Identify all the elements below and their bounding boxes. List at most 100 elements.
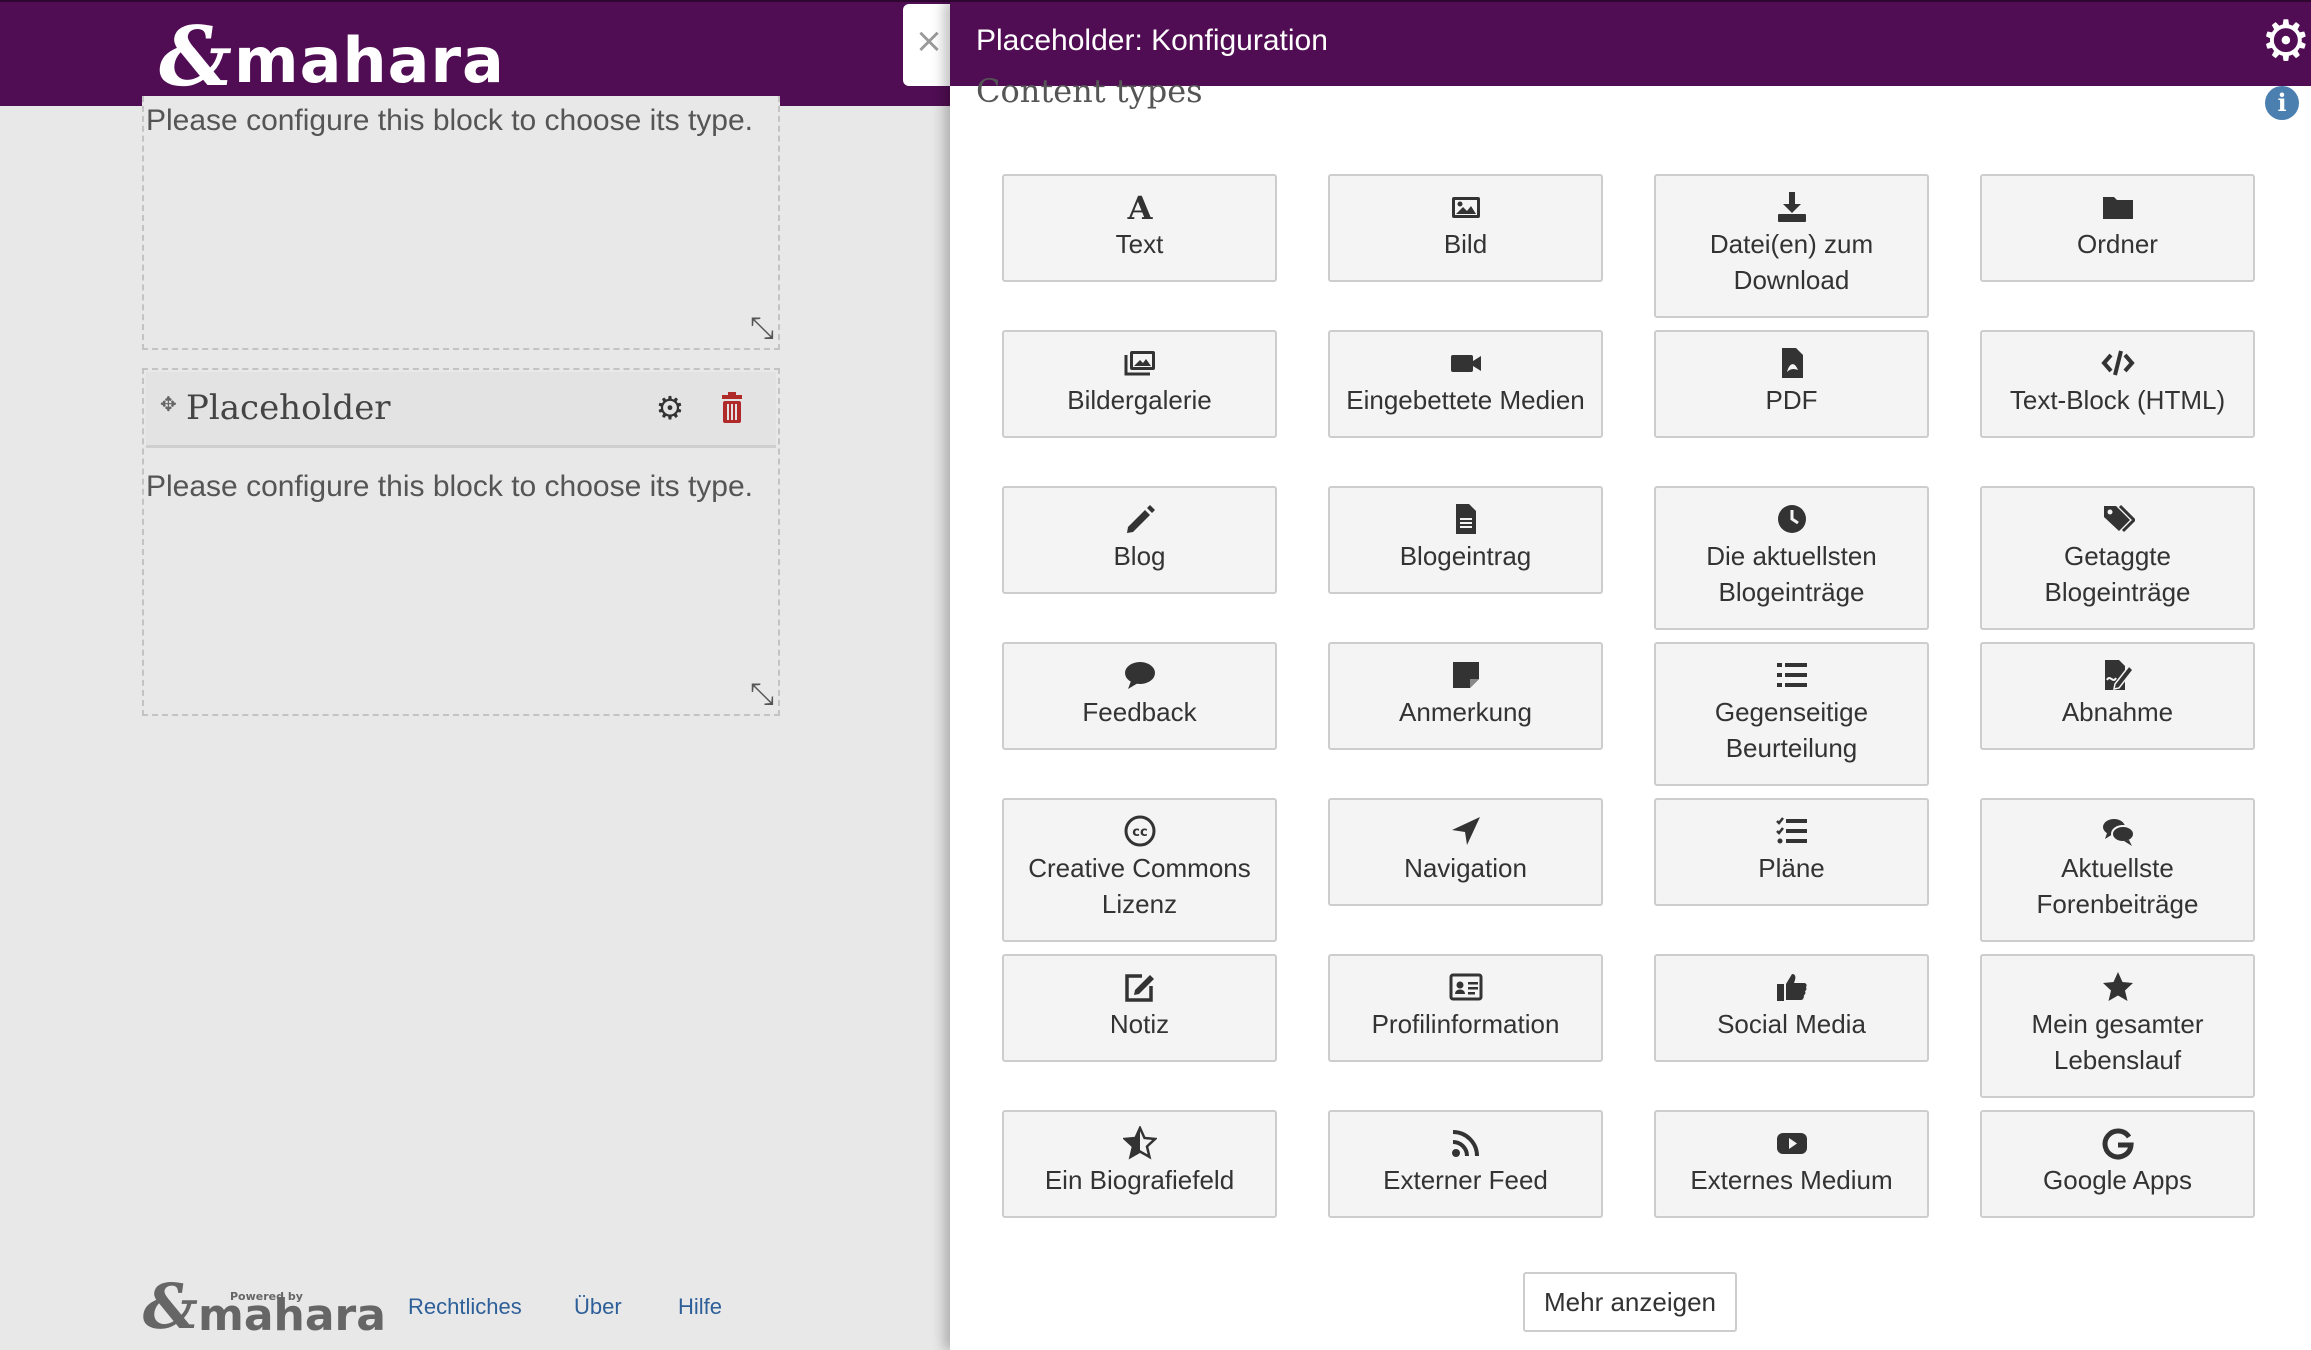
tile-label: Notiz bbox=[1109, 1009, 1170, 1039]
placeholder-block-2: ✥ Placeholder ⚙ Please configure this bl… bbox=[142, 368, 780, 716]
footer-link-help[interactable]: Hilfe bbox=[678, 1294, 722, 1320]
clock-icon bbox=[1656, 502, 1927, 538]
block-header: ✥ Placeholder ⚙ bbox=[146, 372, 776, 448]
content-type-grid: A Text Bild Datei(en) zum Download Ordner Bil… bbox=[1002, 174, 2276, 1234]
comments-icon bbox=[1982, 814, 2253, 850]
powered-by-text: Powered by bbox=[229, 1290, 303, 1303]
gallery-icon bbox=[1004, 346, 1275, 382]
image-icon bbox=[1330, 190, 1601, 226]
content-type-getaggte-blogeinträge[interactable]: Getaggte Blogeinträge bbox=[1980, 486, 2255, 630]
content-type-die-aktuellsten-blogeinträge[interactable]: Die aktuellsten Blogeinträge bbox=[1654, 486, 1929, 630]
content-type-profilinformation[interactable]: Profilinformation bbox=[1328, 954, 1603, 1062]
tile-label: Bildergalerie bbox=[1067, 385, 1212, 415]
block-message: Please configure this block to choose it… bbox=[146, 470, 754, 503]
text-icon: A bbox=[1004, 189, 1275, 227]
config-panel: Placeholder: Konfiguration ⚙ Content typ… bbox=[950, 0, 2311, 1350]
content-type-text-block-html[interactable]: Text-Block (HTML) bbox=[1980, 330, 2255, 438]
move-icon[interactable]: ✥ bbox=[160, 392, 177, 416]
tile-label: Datei(en) zum Download bbox=[1709, 229, 1874, 295]
mahara-logo[interactable]: & mahara bbox=[151, 9, 505, 105]
content-type-datei-en-zum-download[interactable]: Datei(en) zum Download bbox=[1654, 174, 1929, 318]
content-type-anmerkung[interactable]: Anmerkung bbox=[1328, 642, 1603, 750]
content-type-google-apps[interactable]: Google Apps bbox=[1980, 1110, 2255, 1218]
resize-icon[interactable]: ⤡ bbox=[750, 677, 774, 712]
signature-icon bbox=[1982, 658, 2253, 694]
logo-mark: & bbox=[151, 9, 239, 105]
tile-label: Profilinformation bbox=[1371, 1009, 1560, 1039]
content-type-ein-biografiefeld[interactable]: Ein Biografiefeld bbox=[1002, 1110, 1277, 1218]
tile-label: Anmerkung bbox=[1399, 697, 1532, 727]
rss-icon bbox=[1330, 1126, 1601, 1162]
tags-icon bbox=[1982, 502, 2253, 538]
content-type-ordner[interactable]: Ordner bbox=[1980, 174, 2255, 282]
content-type-notiz[interactable]: Notiz bbox=[1002, 954, 1277, 1062]
edit-icon bbox=[1004, 970, 1275, 1006]
thumbs-up-icon bbox=[1656, 970, 1927, 1006]
content-type-navigation[interactable]: Navigation bbox=[1328, 798, 1603, 906]
block-title: Placeholder bbox=[186, 388, 391, 428]
content-type-feedback[interactable]: Feedback bbox=[1002, 642, 1277, 750]
download-icon bbox=[1656, 190, 1927, 226]
pdf-icon bbox=[1656, 346, 1927, 382]
video-icon bbox=[1330, 346, 1601, 382]
svg-text:cc: cc bbox=[1132, 825, 1147, 840]
content-type-eingebettete-medien[interactable]: Eingebettete Medien bbox=[1328, 330, 1603, 438]
content-type-blog[interactable]: Blog bbox=[1002, 486, 1277, 594]
list-icon bbox=[1656, 658, 1927, 694]
content-type-blogeintrag[interactable]: Blogeintrag bbox=[1328, 486, 1603, 594]
placeholder-block-1: Please configure this block to choose it… bbox=[142, 96, 780, 350]
info-icon[interactable]: i bbox=[2265, 86, 2299, 120]
content-type-text[interactable]: A Text bbox=[1002, 174, 1277, 282]
tile-label: Navigation bbox=[1404, 853, 1527, 883]
comment-icon bbox=[1004, 658, 1275, 694]
id-card-icon bbox=[1330, 970, 1601, 1006]
tile-label: Creative Commons Lizenz bbox=[1028, 853, 1251, 919]
creative-commons-icon: cc bbox=[1004, 814, 1275, 850]
tile-label: Feedback bbox=[1082, 697, 1197, 727]
show-more-button[interactable]: Mehr anzeigen bbox=[1523, 1272, 1737, 1332]
content-type-pdf[interactable]: PDF bbox=[1654, 330, 1929, 438]
configure-block-button[interactable]: ⚙ bbox=[652, 390, 688, 426]
location-arrow-icon bbox=[1330, 814, 1601, 850]
section-title: Content types bbox=[976, 72, 1203, 110]
tile-label: Gegenseitige Beurteilung bbox=[1714, 697, 1869, 763]
content-type-mein-gesamter-lebenslauf[interactable]: Mein gesamter Lebenslauf bbox=[1980, 954, 2255, 1098]
content-type-aktuellste-forenbeiträge[interactable]: Aktuellste Forenbeiträge bbox=[1980, 798, 2255, 942]
google-icon bbox=[1982, 1126, 2253, 1162]
delete-block-button[interactable] bbox=[714, 390, 750, 426]
content-type-bild[interactable]: Bild bbox=[1328, 174, 1603, 282]
folder-icon bbox=[1982, 190, 2253, 226]
content-type-pläne[interactable]: Pläne bbox=[1654, 798, 1929, 906]
logo-mark: & bbox=[136, 1270, 204, 1343]
content-type-social-media[interactable]: Social Media bbox=[1654, 954, 1929, 1062]
tile-label: Externer Feed bbox=[1383, 1165, 1548, 1195]
tile-label: Bild bbox=[1443, 229, 1488, 259]
star-icon bbox=[1982, 970, 2253, 1006]
tile-label: Aktuellste Forenbeiträge bbox=[2036, 853, 2199, 919]
gears-icon: ⚙ bbox=[2260, 9, 2311, 74]
pencil-icon bbox=[1004, 502, 1275, 538]
logo-text: mahara bbox=[234, 23, 505, 97]
tasks-icon bbox=[1656, 814, 1927, 850]
tile-label: Blogeintrag bbox=[1399, 541, 1532, 571]
content-type-creative-commons-lizenz[interactable]: cc Creative Commons Lizenz bbox=[1002, 798, 1277, 942]
trash-icon bbox=[722, 392, 742, 423]
code-icon bbox=[1982, 346, 2253, 382]
sticky-note-icon bbox=[1330, 658, 1601, 694]
content-type-externes-medium[interactable]: Externes Medium bbox=[1654, 1110, 1929, 1218]
close-panel-button[interactable]: × bbox=[903, 4, 955, 86]
content-type-externer-feed[interactable]: Externer Feed bbox=[1328, 1110, 1603, 1218]
footer-link-about[interactable]: Über bbox=[574, 1294, 622, 1320]
content-type-gegenseitige-beurteilung[interactable]: Gegenseitige Beurteilung bbox=[1654, 642, 1929, 786]
svg-text:A: A bbox=[1126, 190, 1153, 224]
content-type-bildergalerie[interactable]: Bildergalerie bbox=[1002, 330, 1277, 438]
footer-link-legal[interactable]: Rechtliches bbox=[408, 1294, 522, 1320]
resize-icon[interactable]: ⤡ bbox=[750, 311, 774, 346]
tile-label: Text-Block (HTML) bbox=[2009, 385, 2226, 415]
content-type-abnahme[interactable]: Abnahme bbox=[1980, 642, 2255, 750]
tile-label: Getaggte Blogeinträge bbox=[2044, 541, 2191, 607]
tile-label: Ein Biografiefeld bbox=[1044, 1165, 1235, 1195]
powered-by-logo[interactable]: & Powered by mahara bbox=[137, 1270, 386, 1343]
tile-label: Text bbox=[1115, 229, 1164, 259]
tile-label: Externes Medium bbox=[1690, 1165, 1893, 1195]
